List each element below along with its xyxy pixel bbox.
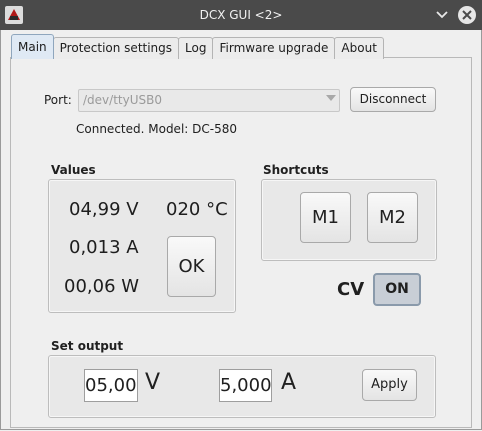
dropdown-arrow-icon (326, 95, 336, 101)
current-input[interactable]: 5,000 (219, 369, 272, 402)
tab-main[interactable]: Main (11, 34, 54, 59)
values-title: Values (51, 163, 96, 177)
m1-button[interactable]: M1 (300, 192, 351, 243)
temperature-readout: 020 °C (166, 199, 228, 220)
voltage-input[interactable]: 05,00 (84, 369, 138, 402)
title-bar: DCX GUI <2> (0, 0, 482, 30)
voltage-readout: 04,99 V (69, 199, 139, 220)
tab-bar: Main Protection settings Log Firmware up… (11, 34, 384, 59)
disconnect-button[interactable]: Disconnect (350, 87, 436, 112)
port-label: Port: (44, 93, 72, 107)
window-title: DCX GUI <2> (199, 8, 283, 22)
current-unit: A (281, 370, 297, 395)
tab-log[interactable]: Log (178, 37, 214, 59)
m2-button[interactable]: M2 (367, 192, 418, 243)
close-icon[interactable] (457, 5, 477, 25)
apply-button[interactable]: Apply (362, 369, 417, 401)
power-readout: 00,06 W (64, 276, 140, 297)
voltage-unit: V (145, 370, 161, 395)
ok-button[interactable]: OK (167, 236, 216, 297)
mode-indicator: CV (337, 279, 365, 300)
port-value: /dev/ttyUSB0 (83, 93, 162, 107)
port-select[interactable]: /dev/ttyUSB0 (78, 89, 340, 112)
current-readout: 0,013 A (69, 237, 139, 258)
connection-status: Connected. Model: DC-580 (76, 122, 237, 136)
chevron-down-icon[interactable] (433, 6, 451, 24)
tab-firmware-upgrade[interactable]: Firmware upgrade (212, 37, 336, 59)
output-toggle-button[interactable]: ON (373, 273, 421, 306)
set-output-title: Set output (51, 339, 124, 353)
shortcuts-title: Shortcuts (263, 163, 329, 177)
tab-protection-settings[interactable]: Protection settings (52, 37, 180, 59)
tab-about[interactable]: About (334, 37, 384, 59)
